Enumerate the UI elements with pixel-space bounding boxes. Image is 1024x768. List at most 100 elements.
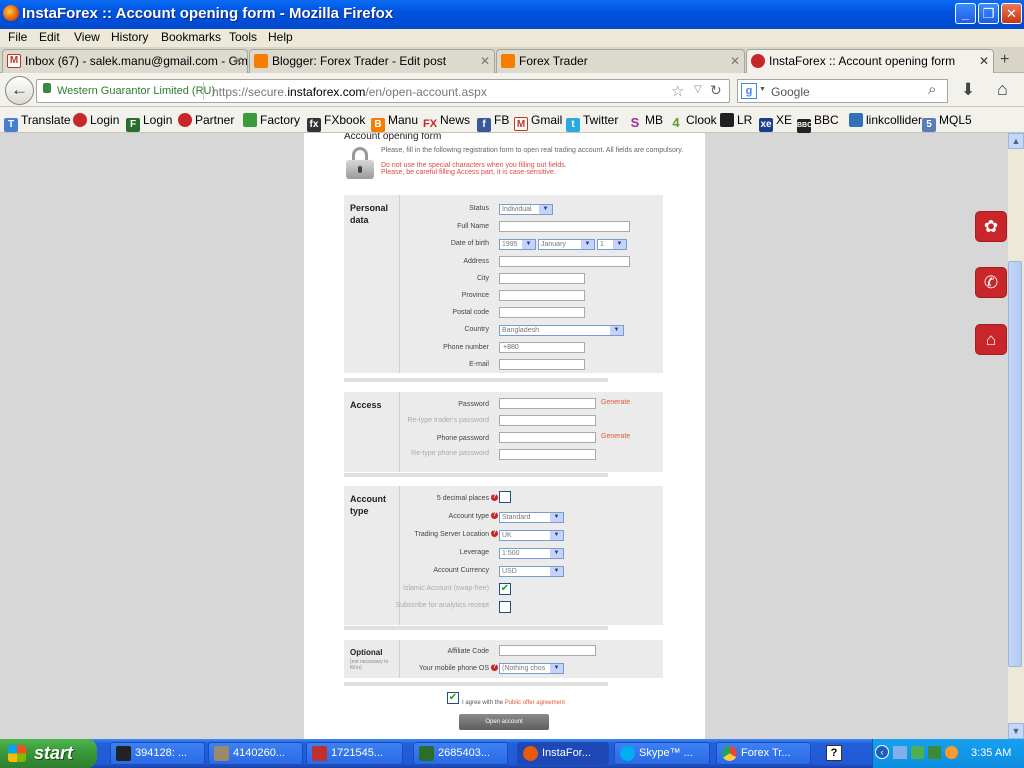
tab-forex-trader[interactable]: Forex Trader ✕ bbox=[496, 49, 745, 73]
bookmark-bbc[interactable]: BBC BBC bbox=[797, 113, 839, 133]
generate-phone-password-link[interactable]: Generate bbox=[601, 433, 630, 440]
help-icon[interactable]: ? bbox=[491, 512, 498, 519]
url-text[interactable]: https://secure.instaforex.com/en/open-ac… bbox=[212, 85, 487, 99]
menu-file[interactable]: File bbox=[4, 30, 31, 44]
leverage-select[interactable]: 1:500 ▼ bbox=[499, 548, 564, 559]
bookmark-fxbook[interactable]: fx FXbook bbox=[307, 113, 365, 132]
back-button[interactable]: ← bbox=[5, 76, 34, 105]
password-field[interactable] bbox=[499, 398, 596, 409]
taskbar-item-fx[interactable]: 2685403... bbox=[413, 742, 508, 765]
reload-icon[interactable]: ↻ bbox=[710, 82, 722, 99]
server-select[interactable]: UK ▼ bbox=[499, 530, 564, 541]
affiliate-field[interactable] bbox=[499, 645, 596, 656]
tab-close-icon[interactable]: ✕ bbox=[730, 50, 740, 72]
analytics-checkbox[interactable] bbox=[499, 601, 511, 613]
bookmark-lr[interactable]: LR bbox=[720, 113, 752, 127]
network-icon[interactable] bbox=[893, 746, 907, 759]
chat-icon[interactable]: ✿ bbox=[975, 211, 1007, 242]
islamic-checkbox[interactable]: ✔ bbox=[499, 583, 511, 595]
taskbar-item-skype[interactable]: Skype™ ... bbox=[614, 742, 710, 765]
phone-field[interactable]: +880 bbox=[499, 342, 585, 353]
menu-view[interactable]: View bbox=[70, 30, 104, 44]
bookmark-twitter[interactable]: t Twitter bbox=[566, 113, 618, 132]
menu-edit[interactable]: Edit bbox=[35, 30, 64, 44]
dob-month-select[interactable]: January ▼ bbox=[538, 239, 595, 250]
bookmark-xe[interactable]: xe XE bbox=[759, 113, 792, 132]
phone-password-field[interactable] bbox=[499, 432, 596, 443]
country-select[interactable]: Bangladesh ▼ bbox=[499, 325, 624, 336]
site-identity[interactable]: Western Guarantor Limited (RU) bbox=[57, 85, 215, 97]
tray-arrow-icon[interactable]: ‹ bbox=[875, 745, 889, 759]
scroll-down-arrow[interactable]: ▼ bbox=[1008, 723, 1024, 739]
taskbar-item-chart[interactable]: 4140260... bbox=[208, 742, 303, 765]
email-field[interactable] bbox=[499, 359, 585, 370]
menu-bookmarks[interactable]: Bookmarks bbox=[157, 30, 225, 44]
bookmark-news[interactable]: FX News bbox=[423, 113, 470, 131]
google-icon[interactable]: g bbox=[741, 83, 757, 99]
url-bar[interactable]: Western Guarantor Limited (RU) https://s… bbox=[36, 79, 730, 103]
generate-password-link[interactable]: Generate bbox=[601, 399, 630, 406]
currency-select[interactable]: USD ▼ bbox=[499, 566, 564, 577]
maximize-button[interactable]: ❐ bbox=[978, 3, 999, 24]
tab-gmail[interactable]: M Inbox (67) - salek.manu@gmail.com - Gm… bbox=[2, 49, 248, 73]
start-button[interactable]: start bbox=[0, 739, 97, 768]
menu-history[interactable]: History bbox=[107, 30, 152, 44]
search-icon[interactable]: ⌕ bbox=[928, 81, 936, 98]
tab-close-icon[interactable]: ✕ bbox=[979, 50, 989, 72]
star-icon[interactable]: ☆ bbox=[671, 82, 684, 100]
menu-tools[interactable]: Tools bbox=[225, 30, 261, 44]
address-field[interactable] bbox=[499, 256, 630, 267]
postal-field[interactable] bbox=[499, 307, 585, 318]
scroll-up-arrow[interactable]: ▲ bbox=[1008, 133, 1024, 149]
engine-dropdown-icon[interactable]: ▼ bbox=[759, 86, 766, 93]
bookmark-translate[interactable]: T Translate bbox=[4, 113, 71, 132]
dob-year-select[interactable]: 1995 ▼ bbox=[499, 239, 536, 250]
taskbar-item-instaforex[interactable]: InstaFor... bbox=[517, 742, 609, 765]
bookmark-gmail[interactable]: M Gmail bbox=[514, 113, 562, 131]
bookmark-login-1[interactable]: Login bbox=[73, 113, 119, 127]
open-account-button[interactable]: Open account bbox=[459, 714, 549, 730]
download-icon[interactable]: ⬇ bbox=[961, 80, 975, 100]
mobile-os-select[interactable]: (Nothing chos ▼ bbox=[499, 663, 564, 674]
home-icon[interactable]: ⌂ bbox=[975, 324, 1007, 355]
tab-blogger-edit[interactable]: Blogger: Forex Trader - Edit post ✕ bbox=[249, 49, 495, 73]
taskbar-item-mt4[interactable]: 394128: ... bbox=[110, 742, 205, 765]
bookmark-manu[interactable]: B Manu bbox=[371, 113, 418, 132]
scroll-thumb[interactable] bbox=[1008, 261, 1022, 667]
province-field[interactable] bbox=[499, 290, 585, 301]
wireless-icon[interactable] bbox=[928, 746, 941, 759]
decimal-checkbox[interactable] bbox=[499, 491, 511, 503]
retype-phone-field[interactable] bbox=[499, 449, 596, 460]
close-button[interactable]: ✕ bbox=[1001, 3, 1022, 24]
account-type-select[interactable]: Standard ▼ bbox=[499, 512, 564, 523]
fullname-field[interactable] bbox=[499, 221, 630, 232]
security-icon[interactable] bbox=[911, 746, 924, 759]
dropdown-icon[interactable]: ▽ bbox=[694, 84, 702, 95]
bookmark-linkcollider[interactable]: linkcollider bbox=[849, 113, 922, 127]
help-icon[interactable]: ? bbox=[491, 494, 498, 501]
tab-close-icon[interactable]: ✕ bbox=[233, 50, 243, 72]
bookmark-mb[interactable]: S MB bbox=[628, 113, 663, 130]
bookmark-clook[interactable]: 4 Clook bbox=[669, 113, 716, 130]
status-select[interactable]: Individual ▼ bbox=[499, 204, 553, 215]
app-tray-icon[interactable] bbox=[945, 746, 958, 759]
taskbar-item-chrome[interactable]: Forex Tr... bbox=[716, 742, 811, 765]
bookmark-partner[interactable]: Partner bbox=[178, 113, 234, 127]
bookmark-factory[interactable]: Factory bbox=[243, 113, 300, 127]
help-icon[interactable]: ? bbox=[491, 664, 498, 671]
taskbar-item-tool[interactable]: 1721545... bbox=[306, 742, 403, 765]
search-input[interactable]: Google bbox=[771, 85, 810, 99]
bookmark-login-2[interactable]: F Login bbox=[126, 113, 172, 132]
home-icon[interactable]: ⌂ bbox=[997, 79, 1008, 100]
retype-password-field[interactable] bbox=[499, 415, 596, 426]
city-field[interactable] bbox=[499, 273, 585, 284]
minimize-button[interactable]: _ bbox=[955, 3, 976, 24]
tab-instaforex[interactable]: InstaForex :: Account opening form ✕ bbox=[746, 49, 994, 74]
bookmark-mql5[interactable]: 5 MQL5 bbox=[922, 113, 972, 132]
phone-icon[interactable]: ✆ bbox=[975, 267, 1007, 298]
agree-checkbox[interactable]: ✔ bbox=[447, 692, 459, 704]
page-scrollbar[interactable]: ▲ ▼ bbox=[1008, 133, 1024, 739]
public-offer-link[interactable]: Public offer agreement bbox=[505, 700, 565, 706]
dob-day-select[interactable]: 1 ▼ bbox=[597, 239, 627, 250]
help-icon[interactable]: ? bbox=[826, 745, 842, 761]
